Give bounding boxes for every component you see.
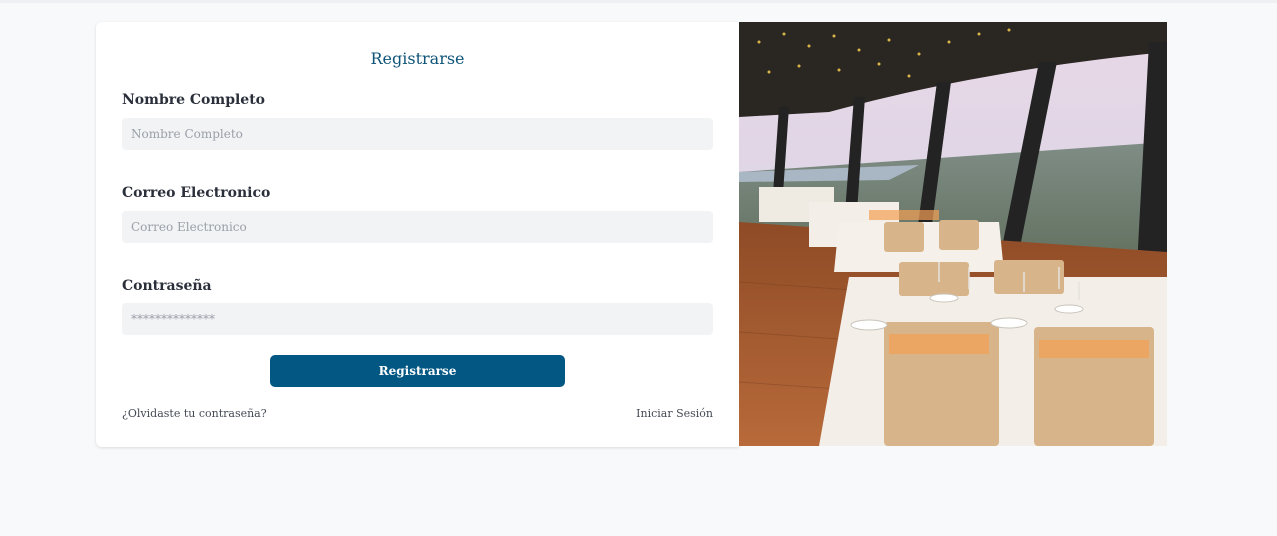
name-label: Nombre Completo bbox=[122, 92, 266, 108]
forgot-password-link[interactable]: ¿Olvidaste tu contraseña? bbox=[122, 407, 267, 420]
email-label: Correo Electronico bbox=[122, 185, 271, 201]
email-input[interactable] bbox=[122, 211, 713, 243]
top-strip bbox=[0, 0, 1277, 3]
name-input[interactable] bbox=[122, 118, 713, 150]
password-input[interactable] bbox=[122, 303, 713, 335]
register-button[interactable]: Registrarse bbox=[270, 355, 565, 387]
restaurant-photo bbox=[739, 22, 1167, 446]
login-link[interactable]: Iniciar Sesión bbox=[636, 407, 713, 420]
register-card: Registrarse Nombre Completo Correo Elect… bbox=[96, 22, 739, 447]
form-title: Registrarse bbox=[370, 49, 465, 68]
password-label: Contraseña bbox=[122, 278, 212, 294]
